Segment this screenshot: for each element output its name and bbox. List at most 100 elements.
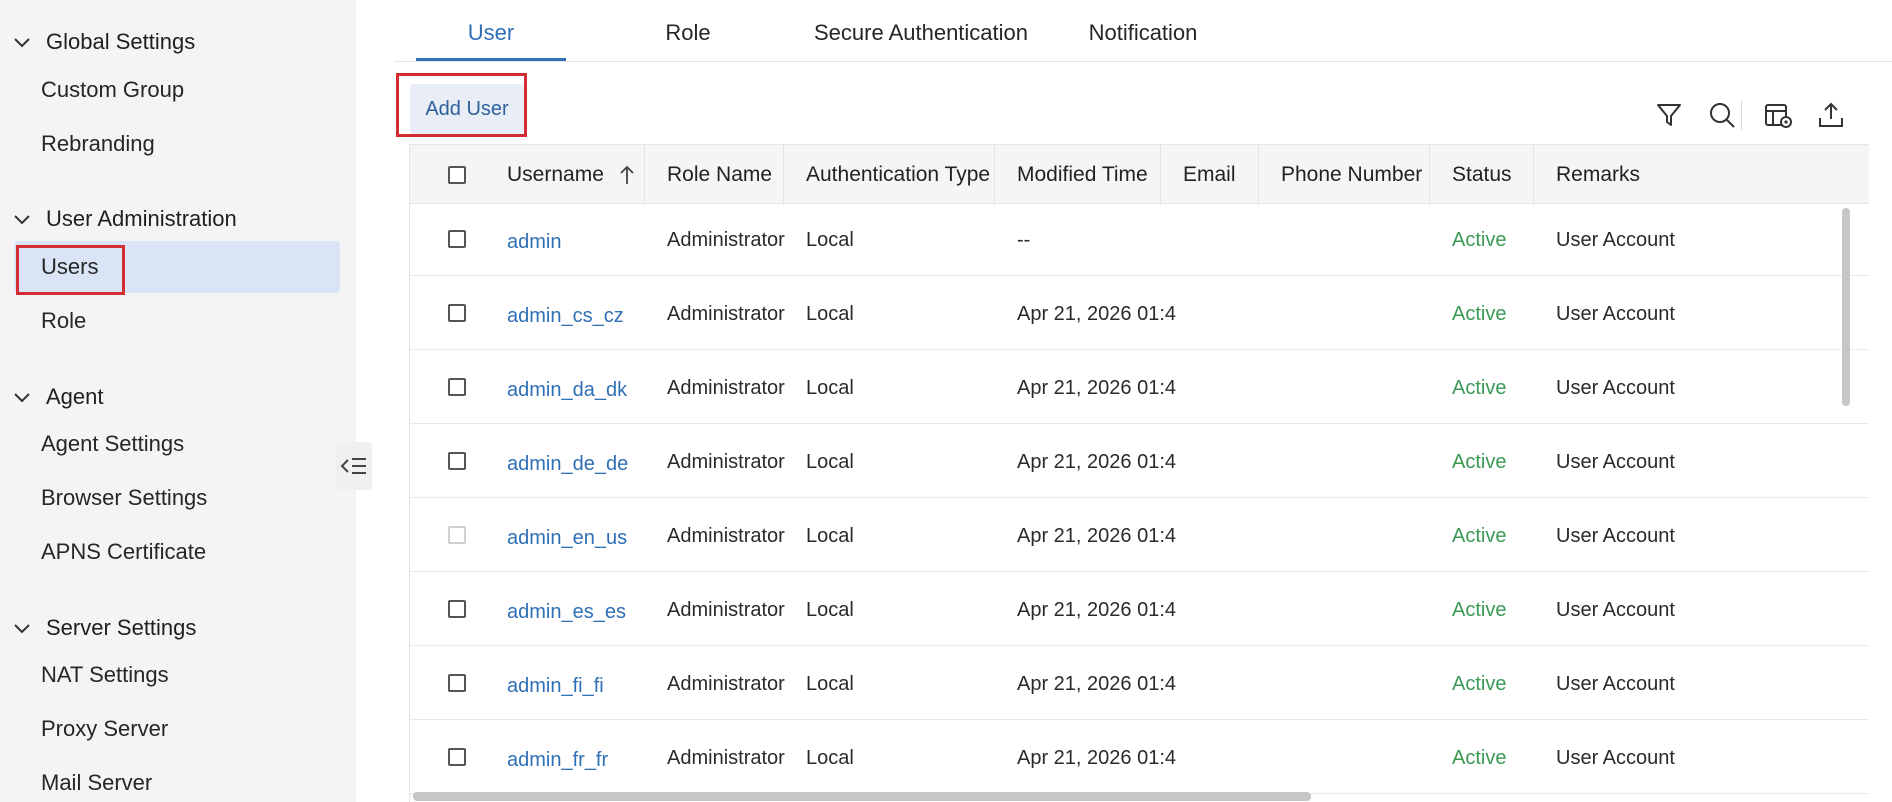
tab-user[interactable]: User [416, 20, 566, 50]
cell-role-name: Administrator [667, 598, 785, 621]
cell-role-name: Administrator [667, 746, 785, 769]
sidebar-item-proxy-server[interactable]: Proxy Server [14, 703, 340, 755]
column-settings-icon [1765, 104, 1792, 128]
cell-status: Active [1452, 450, 1507, 473]
cell-email [1183, 352, 1273, 424]
cell-remarks: User Account [1556, 672, 1675, 695]
column-header-modified-time[interactable]: Modified Time [995, 145, 1161, 205]
cell-username[interactable]: admin [507, 206, 657, 278]
table-row[interactable]: admin_en_us Administrator Local Apr 21, 202… [410, 500, 1869, 572]
sidebar-section-global-settings[interactable]: Global Settings [12, 26, 195, 58]
cell-remarks: User Account [1556, 228, 1675, 251]
cell-role-name: Administrator [667, 376, 785, 399]
row-checkbox[interactable] [448, 378, 466, 396]
column-header-phone-number[interactable]: Phone Number [1259, 145, 1430, 205]
sidebar-section-server-settings[interactable]: Server Settings [12, 612, 196, 644]
cell-remarks: User Account [1556, 450, 1675, 473]
column-header-email[interactable]: Email [1161, 145, 1259, 205]
cell-email [1183, 500, 1273, 572]
cell-remarks: User Account [1556, 302, 1675, 325]
cell-username[interactable]: admin_de_de [507, 428, 657, 500]
sidebar-item-apns-certificate[interactable]: APNS Certificate [14, 526, 340, 578]
export-icon [1819, 102, 1843, 127]
row-checkbox[interactable] [448, 230, 466, 248]
cell-role-name: Administrator [667, 672, 785, 695]
cell-status: Active [1452, 302, 1507, 325]
cell-username[interactable]: admin_es_es [507, 576, 657, 648]
cell-role-name: Administrator [667, 450, 785, 473]
sidebar-item-browser-settings[interactable]: Browser Settings [14, 472, 340, 524]
column-settings-button[interactable] [1761, 98, 1795, 132]
column-header-label: Phone Number [1281, 163, 1423, 186]
cell-modified-time: Apr 21, 2026 01:4... [1017, 376, 1177, 399]
cell-email [1183, 648, 1273, 720]
cell-modified-time: Apr 21, 2026 01:4... [1017, 672, 1177, 695]
cell-username[interactable]: admin_fi_fi [507, 650, 657, 722]
cell-role-name: Administrator [667, 302, 785, 325]
sidebar-item-role[interactable]: Role [14, 295, 340, 347]
cell-username[interactable]: admin_fr_fr [507, 724, 657, 796]
cell-modified-time: Apr 21, 2026 01:4... [1017, 450, 1177, 473]
cell-username[interactable]: admin_cs_cz [507, 280, 657, 352]
filter-icon [1657, 104, 1681, 126]
add-user-button[interactable]: Add User [410, 84, 524, 134]
table-row[interactable]: admin_de_de Administrator Local Apr 21, 202… [410, 426, 1869, 498]
cell-phone-number [1281, 574, 1441, 646]
tab-secure-authentication[interactable]: Secure Authentication [796, 20, 1046, 50]
column-header-label: Status [1452, 163, 1512, 186]
table-row[interactable]: admin Administrator Local -- Active User Acco… [410, 204, 1869, 276]
table-row[interactable]: admin_fi_fi Administrator Local Apr 21, 202… [410, 648, 1869, 720]
table-row[interactable]: admin_da_dk Administrator Local Apr 21, 202… [410, 352, 1869, 424]
vertical-scrollbar[interactable] [1842, 208, 1850, 406]
sidebar-section-user-administration[interactable]: User Administration [12, 203, 237, 235]
cell-authentication-type: Local [806, 746, 854, 769]
column-header-role-name[interactable]: Role Name [645, 145, 784, 205]
sidebar-item-custom-group[interactable]: Custom Group [14, 64, 340, 116]
cell-authentication-type: Local [806, 302, 854, 325]
cell-username[interactable]: admin_en_us [507, 502, 657, 574]
chevron-down-icon [14, 624, 30, 634]
cell-email [1183, 574, 1273, 646]
cell-username[interactable]: admin_da_dk [507, 354, 657, 426]
row-checkbox[interactable] [448, 748, 466, 766]
cell-authentication-type: Local [806, 376, 854, 399]
cell-phone-number [1281, 204, 1441, 276]
cell-remarks: User Account [1556, 598, 1675, 621]
cell-role-name: Administrator [667, 524, 785, 547]
sidebar-collapse-button[interactable] [336, 442, 372, 490]
cell-remarks: User Account [1556, 524, 1675, 547]
tab-role[interactable]: Role [618, 20, 758, 50]
cell-status: Active [1452, 598, 1507, 621]
row-checkbox[interactable] [448, 674, 466, 692]
row-checkbox[interactable] [448, 452, 466, 470]
table-row[interactable]: admin_cs_cz Administrator Local Apr 21, 202… [410, 278, 1869, 350]
sidebar-section-label: Agent [46, 384, 104, 409]
cell-remarks: User Account [1556, 376, 1675, 399]
cell-status: Active [1452, 524, 1507, 547]
sidebar: Global Settings Custom Group Rebranding … [0, 0, 356, 802]
sort-ascending-icon[interactable] [618, 164, 636, 186]
sidebar-item-rebranding[interactable]: Rebranding [14, 118, 340, 170]
column-header-label: Role Name [667, 163, 773, 186]
row-checkbox[interactable] [448, 304, 466, 322]
row-checkbox[interactable] [448, 600, 466, 618]
cell-status: Active [1452, 672, 1507, 695]
column-header-status[interactable]: Status [1430, 145, 1534, 205]
sidebar-item-users[interactable]: Users [14, 241, 340, 293]
table-row[interactable]: admin_fr_fr Administrator Local Apr 21, 202… [410, 722, 1869, 794]
chevron-down-icon [14, 215, 30, 225]
sidebar-item-agent-settings[interactable]: Agent Settings [14, 418, 340, 470]
tab-notification[interactable]: Notification [1068, 20, 1218, 50]
sidebar-section-agent[interactable]: Agent [12, 381, 104, 413]
search-button[interactable] [1705, 98, 1739, 132]
export-button[interactable] [1814, 98, 1848, 132]
column-header-remarks[interactable]: Remarks [1534, 145, 1869, 205]
table-row[interactable]: admin_es_es Administrator Local Apr 21, 202… [410, 574, 1869, 646]
horizontal-scrollbar[interactable] [413, 792, 1311, 801]
column-header-username[interactable]: Username [485, 145, 645, 205]
sidebar-item-nat-settings[interactable]: NAT Settings [14, 649, 340, 701]
sidebar-item-mail-server[interactable]: Mail Server [14, 757, 340, 802]
select-all-checkbox[interactable] [448, 166, 466, 184]
column-header-authentication-type[interactable]: Authentication Type [784, 145, 995, 205]
filter-button[interactable] [1652, 98, 1686, 132]
